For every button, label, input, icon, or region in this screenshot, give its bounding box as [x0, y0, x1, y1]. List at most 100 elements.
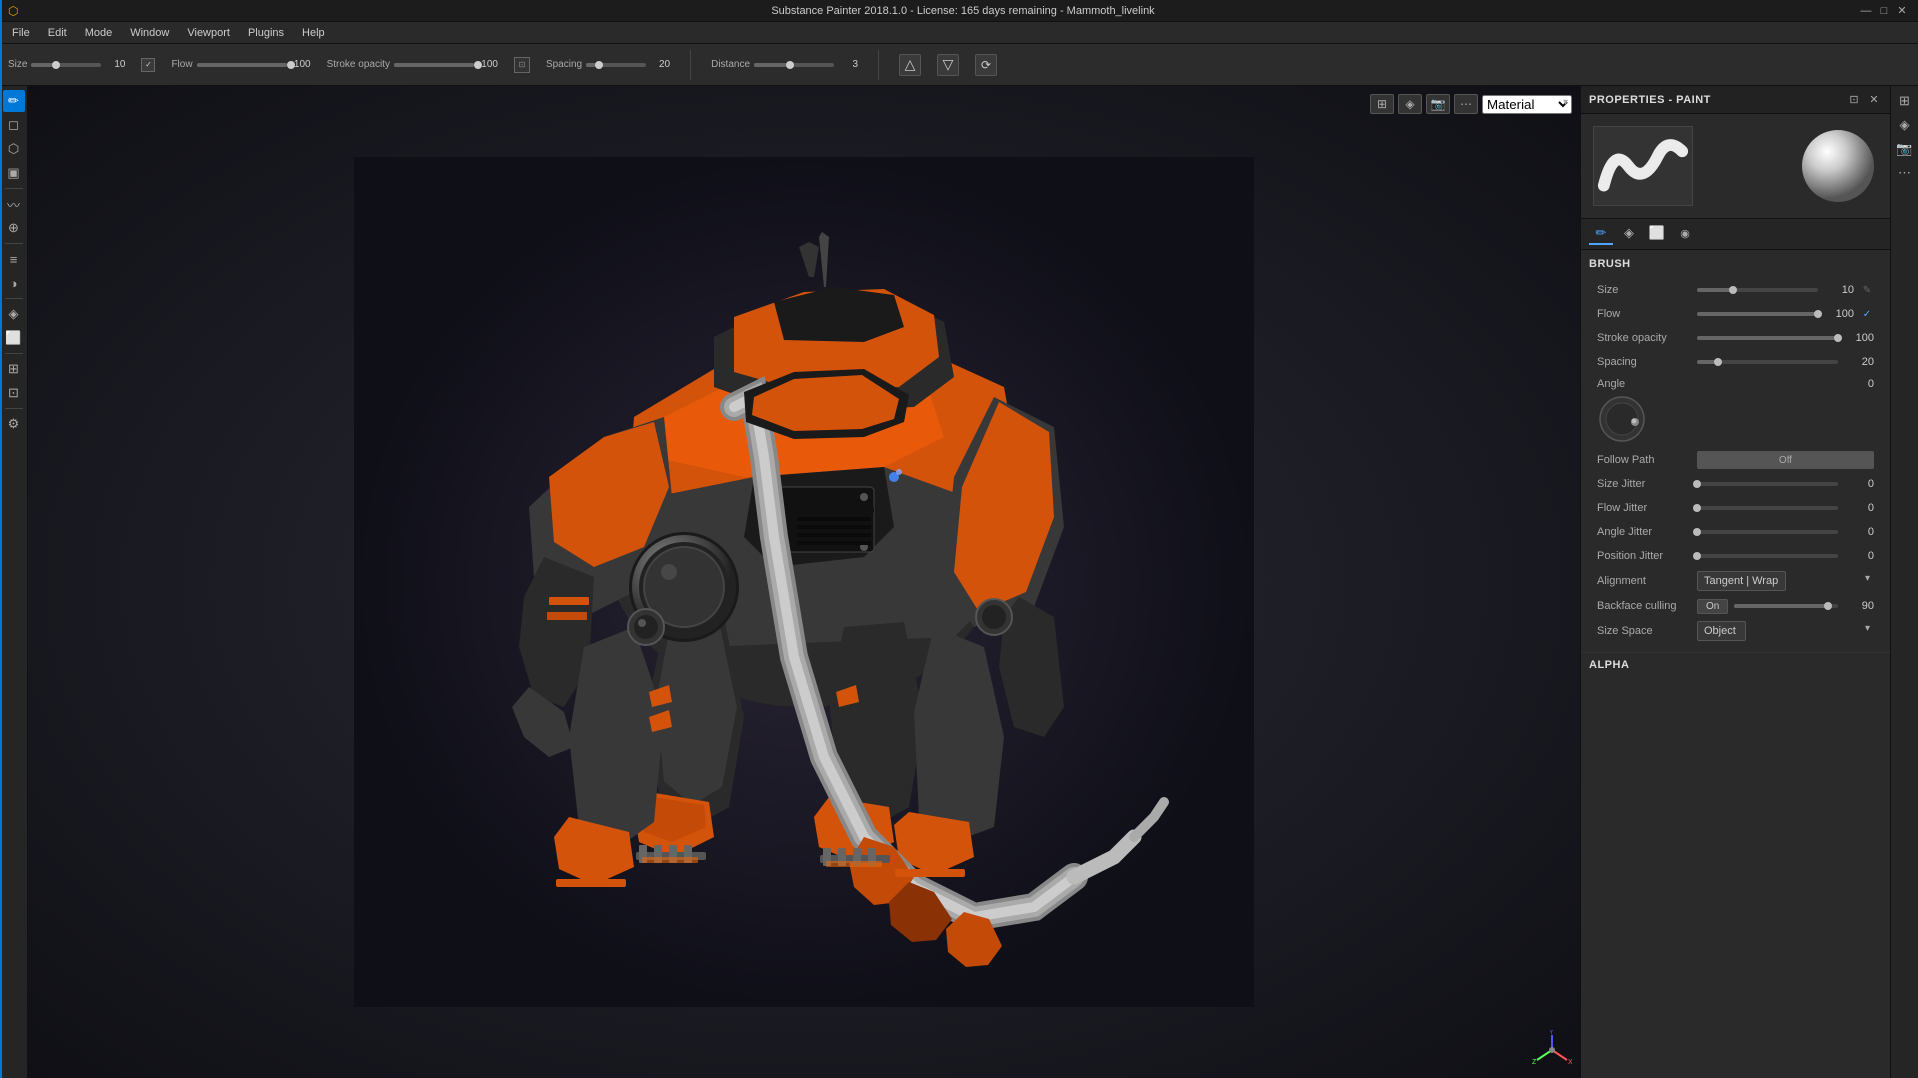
- distance-value: 3: [838, 59, 858, 70]
- size-space-row: Size Space Object World Screen: [1589, 618, 1882, 644]
- properties-header-icons: ⊡ ✕: [1846, 92, 1882, 108]
- layer-tool-button[interactable]: ≡: [3, 248, 25, 270]
- material-select[interactable]: Material Base Color Metallic Roughness N…: [1482, 95, 1572, 114]
- backface-culling-slider[interactable]: [1734, 604, 1838, 608]
- follow-path-toggle[interactable]: Off: [1697, 451, 1874, 469]
- brush-flow-edit[interactable]: ✓: [1860, 307, 1874, 321]
- menu-viewport[interactable]: Viewport: [179, 25, 238, 41]
- smudge-tool-button[interactable]: 〰: [3, 193, 25, 215]
- brush-flow-slider-wrapper: 100 ✓: [1697, 307, 1874, 321]
- viewport[interactable]: ⊞ ◈ 📷 ⋯ Material Base Color Metallic Rou…: [28, 86, 1580, 1078]
- transform-tool-button[interactable]: ⊡: [3, 382, 25, 404]
- preview-area: [1581, 114, 1890, 219]
- tab-brush[interactable]: ✏: [1589, 223, 1613, 245]
- brush-angle-row: Angle 0: [1589, 374, 1882, 448]
- toolbar-flow-group: Flow 100: [171, 59, 310, 70]
- far-right-accent: [0, 0, 2, 1078]
- properties-header: PROPERTIES - PAINT ⊡ ✕: [1581, 86, 1890, 114]
- stroke-btn-3[interactable]: ⟳: [975, 54, 997, 76]
- angle-knob[interactable]: [1597, 394, 1647, 444]
- minimize-button[interactable]: —: [1858, 4, 1874, 18]
- eraser-tool-button[interactable]: ◻: [3, 114, 25, 136]
- brush-stroke-opacity-row: Stroke opacity 100: [1589, 326, 1882, 350]
- far-right-btn-4[interactable]: ⋯: [1894, 162, 1916, 184]
- size-checkbox[interactable]: ✓: [141, 58, 155, 72]
- distance-slider[interactable]: [754, 63, 834, 67]
- properties-close-button[interactable]: ✕: [1866, 92, 1882, 108]
- menu-file[interactable]: File: [4, 25, 38, 41]
- far-right-btn-1[interactable]: ⊞: [1894, 90, 1916, 112]
- far-right-btn-3[interactable]: 📷: [1894, 138, 1916, 160]
- toolbar-separator-1: [690, 50, 691, 80]
- backface-culling-label: Backface culling: [1597, 600, 1697, 612]
- size-jitter-slider[interactable]: [1697, 482, 1838, 486]
- material-tool-button[interactable]: ◈: [3, 303, 25, 325]
- close-button[interactable]: ✕: [1894, 4, 1910, 18]
- alignment-dropdown[interactable]: Tangent | Wrap UV World: [1697, 571, 1786, 591]
- backface-culling-on[interactable]: On: [1697, 599, 1728, 614]
- position-jitter-slider[interactable]: [1697, 554, 1838, 558]
- material-select-wrapper: Material Base Color Metallic Roughness N…: [1482, 95, 1572, 114]
- stroke-opacity-toggle[interactable]: ⊡: [514, 57, 530, 73]
- brush-spacing-slider[interactable]: [1697, 360, 1838, 364]
- distance-label: Distance: [711, 59, 750, 70]
- mammoth-illustration: [354, 157, 1254, 1007]
- svg-text:X: X: [1568, 1059, 1572, 1066]
- angle-jitter-slider[interactable]: [1697, 530, 1838, 534]
- far-right-btn-2[interactable]: ◈: [1894, 114, 1916, 136]
- properties-pin-button[interactable]: ⊡: [1846, 92, 1862, 108]
- maximize-button[interactable]: □: [1876, 4, 1892, 18]
- size-slider[interactable]: [31, 63, 101, 67]
- brush-stroke-opacity-slider-wrapper: 100: [1697, 332, 1874, 344]
- viewport-btn-more[interactable]: ⋯: [1454, 94, 1478, 114]
- menu-mode[interactable]: Mode: [77, 25, 121, 41]
- viewport-btn-layers[interactable]: ⊞: [1370, 94, 1394, 114]
- brush-flow-slider[interactable]: [1697, 312, 1818, 316]
- spacing-value: 20: [650, 59, 670, 70]
- alignment-row: Alignment Tangent | Wrap UV World: [1589, 568, 1882, 594]
- properties-title: PROPERTIES - PAINT: [1589, 94, 1711, 106]
- viewport-btn-camera[interactable]: 📷: [1426, 94, 1450, 114]
- stroke-btn-2[interactable]: ▽: [937, 54, 959, 76]
- stroke-opacity-slider[interactable]: [394, 63, 474, 67]
- fill-tool-button[interactable]: ▣: [3, 162, 25, 184]
- menubar: File Edit Mode Window Viewport Plugins H…: [0, 22, 1918, 44]
- toolbar-size-group: Size 10: [8, 59, 125, 70]
- spacing-slider[interactable]: [586, 63, 646, 67]
- select-tool-button[interactable]: ⊞: [3, 358, 25, 380]
- mask-tool-button[interactable]: ◑: [3, 272, 25, 294]
- toolbar-separator-2: [878, 50, 879, 80]
- brush-spacing-label: Spacing: [1597, 356, 1697, 368]
- menu-window[interactable]: Window: [122, 25, 177, 41]
- brush-stroke-opacity-slider[interactable]: [1697, 336, 1838, 340]
- brush-flow-row: Flow 100 ✓: [1589, 302, 1882, 326]
- titlebar: ⬡ Substance Painter 2018.1.0 - License: …: [0, 0, 1918, 22]
- paint-tool-button[interactable]: ✏: [3, 90, 25, 112]
- menu-plugins[interactable]: Plugins: [240, 25, 292, 41]
- brush-section: BRUSH Size 10 ✎ Flow: [1581, 250, 1890, 652]
- svg-text:Z: Z: [1532, 1059, 1537, 1066]
- menu-edit[interactable]: Edit: [40, 25, 75, 41]
- stroke-btn-1[interactable]: △: [899, 54, 921, 76]
- brush-size-edit[interactable]: ✎: [1860, 283, 1874, 297]
- alignment-dropdown-wrapper: Tangent | Wrap UV World: [1697, 571, 1874, 591]
- brush-size-row: Size 10 ✎: [1589, 278, 1882, 302]
- viewport-btn-render[interactable]: ◈: [1398, 94, 1422, 114]
- size-space-dropdown[interactable]: Object World Screen: [1697, 621, 1746, 641]
- settings-tool-button[interactable]: ⚙: [3, 413, 25, 435]
- tab-material[interactable]: ◈: [1617, 223, 1641, 245]
- size-space-dropdown-wrapper: Object World Screen: [1697, 621, 1874, 641]
- clone-tool-button[interactable]: ⊕: [3, 217, 25, 239]
- alpha-section-title: ALPHA: [1589, 659, 1882, 671]
- flow-slider[interactable]: [197, 63, 287, 67]
- alpha-section: ALPHA: [1581, 652, 1890, 683]
- tab-effect[interactable]: ◉: [1673, 223, 1697, 245]
- flow-jitter-slider[interactable]: [1697, 506, 1838, 510]
- tab-texture[interactable]: ⬜: [1645, 223, 1669, 245]
- menu-help[interactable]: Help: [294, 25, 333, 41]
- texture-tool-button[interactable]: ⬜: [3, 327, 25, 349]
- main-layout: ✏ ◻ ⬡ ▣ 〰 ⊕ ≡ ◑ ◈ ⬜ ⊞ ⊡ ⚙: [0, 86, 1918, 1078]
- brush-size-slider[interactable]: [1697, 288, 1818, 292]
- left-tool-sep-1: [5, 188, 23, 189]
- projection-tool-button[interactable]: ⬡: [3, 138, 25, 160]
